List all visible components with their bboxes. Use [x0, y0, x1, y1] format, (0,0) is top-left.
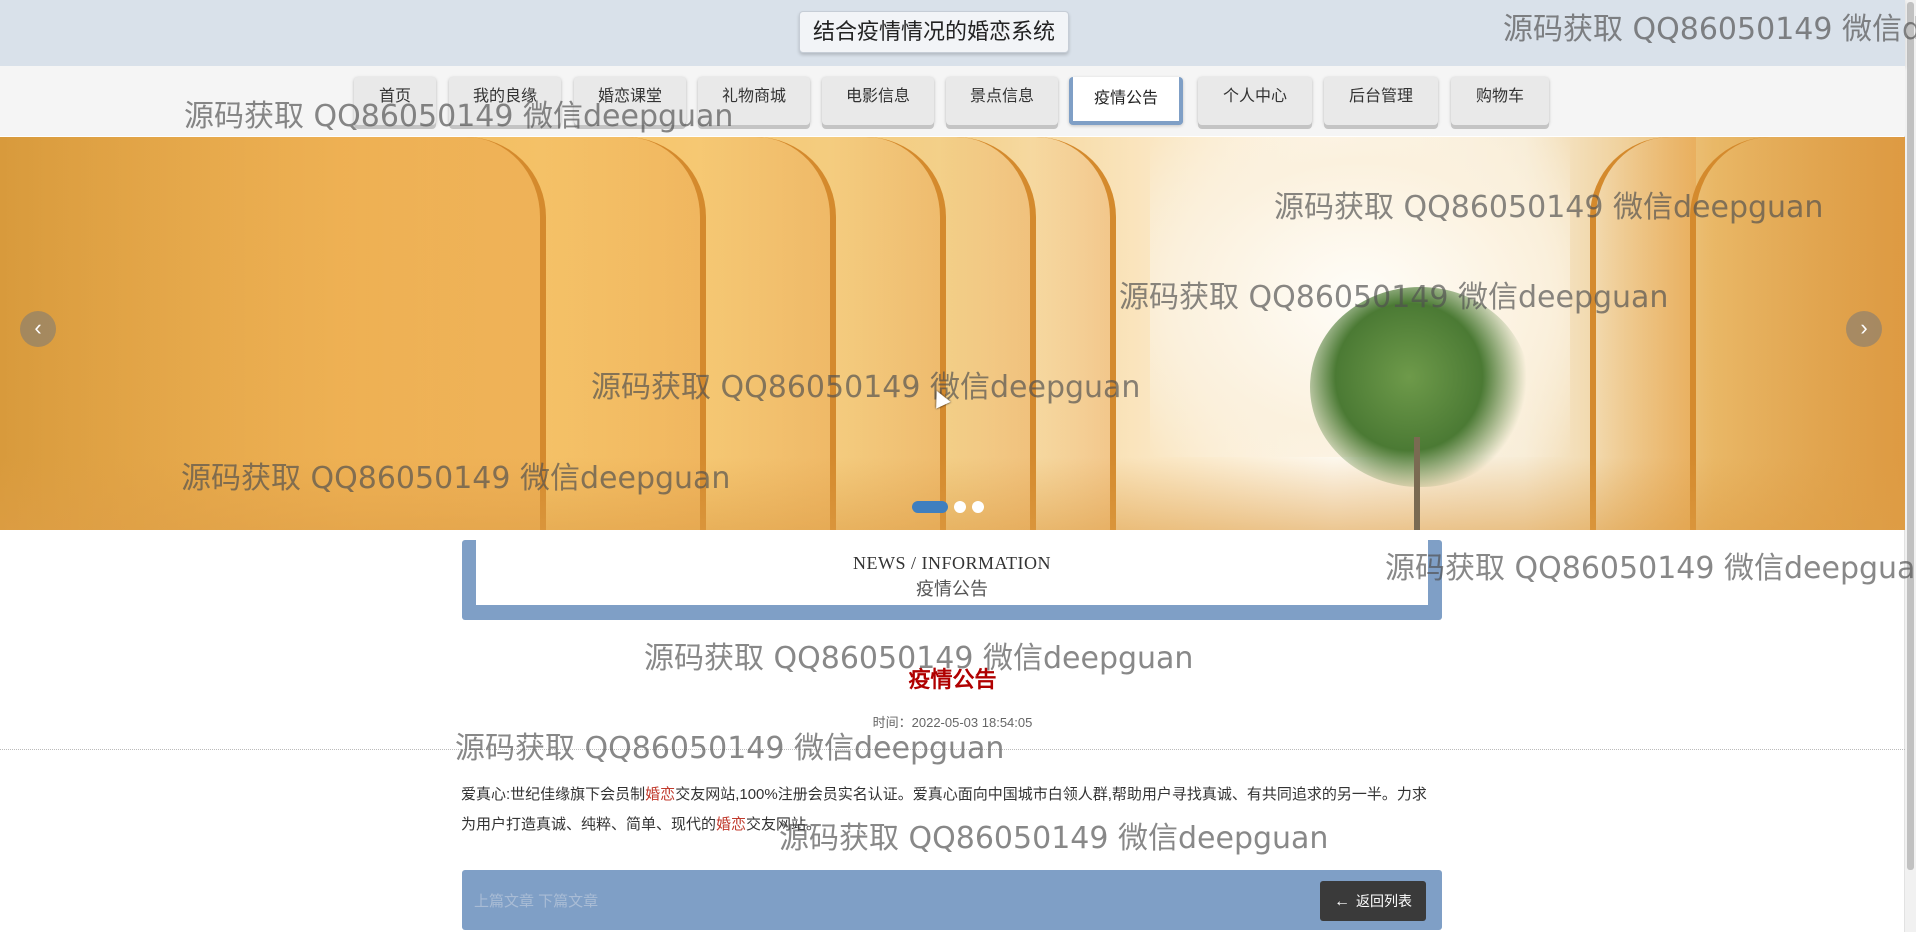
nav-item-movies[interactable]: 电影信息: [822, 77, 934, 125]
nav-item-cart[interactable]: 购物车: [1451, 77, 1549, 125]
page-scrollbar[interactable]: [1904, 0, 1916, 932]
watermark: 源码获取 QQ86050149 微信deepguan: [1385, 551, 1916, 586]
chevron-left-icon[interactable]: ‹: [20, 311, 56, 347]
watermark: 源码获取 QQ86050149 微信deepguan: [1274, 190, 1824, 225]
watermark: 源码获取 QQ86050149 微信deepguan: [779, 821, 1329, 856]
watermark: 源码获取 QQ86050149 微信deepguan: [455, 731, 1005, 766]
back-to-list-label: 返回列表: [1356, 893, 1412, 909]
article-highlight: 婚恋: [716, 816, 747, 833]
section-title-cn: 疫情公告: [916, 579, 988, 599]
prev-next-links[interactable]: 上篇文章 下篇文章: [474, 890, 598, 911]
carousel-dot[interactable]: [972, 500, 984, 513]
section-header: NEWS / INFORMATION 疫情公告: [462, 540, 1442, 620]
carousel-dot[interactable]: [954, 500, 966, 513]
watermark: 源码获取 QQ86050149 微信deepguan: [184, 99, 734, 134]
section-title-en: NEWS / INFORMATION: [853, 553, 1051, 573]
banner-plant-stem: [1414, 437, 1420, 530]
watermark: 源码获取 QQ86050149 微信deepguan: [181, 461, 731, 496]
section-header-inner: NEWS / INFORMATION 疫情公告: [476, 540, 1428, 605]
watermark: 源码获取 QQ86050149 微信deepguan: [644, 641, 1194, 676]
carousel-indicators: [912, 498, 990, 513]
back-to-list-button[interactable]: ← 返回列表: [1320, 881, 1426, 921]
nav-item-admin[interactable]: 后台管理: [1324, 77, 1438, 125]
nav-item-profile[interactable]: 个人中心: [1198, 77, 1312, 125]
article-highlight: 婚恋: [645, 786, 676, 803]
watermark: 源码获取 QQ86050149 微信deepguan: [1119, 280, 1669, 315]
banner-plant: [1310, 287, 1530, 487]
scrollbar-thumb[interactable]: [1907, 2, 1914, 870]
chevron-right-icon[interactable]: ›: [1846, 311, 1882, 347]
watermark: 源码获取 QQ86050149 微信de: [1503, 12, 1916, 47]
article-footer-bar: 上篇文章 下篇文章 ← 返回列表: [462, 870, 1442, 930]
watermark: 源码获取 QQ86050149 微信deepguan: [591, 370, 1141, 405]
article-text: 爱真心:世纪佳缘旗下会员制: [461, 786, 646, 803]
nav-item-epidemic-notice[interactable]: 疫情公告: [1069, 77, 1183, 125]
carousel-dot[interactable]: [912, 500, 948, 513]
site-title: 结合疫情情况的婚恋系统: [799, 11, 1070, 53]
arrow-left-icon: ←: [1334, 893, 1350, 910]
nav-item-attractions[interactable]: 景点信息: [946, 77, 1058, 125]
